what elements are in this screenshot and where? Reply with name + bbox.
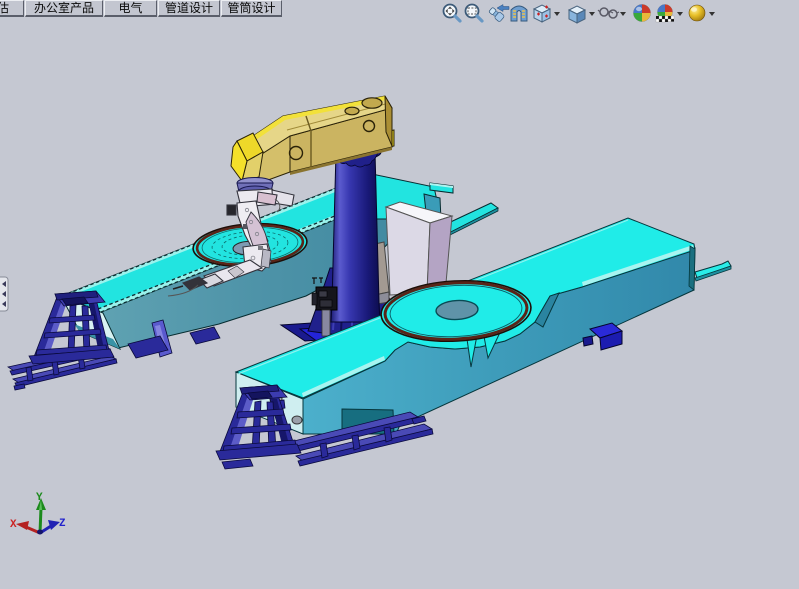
svg-text:Z: Z	[59, 518, 66, 530]
svg-text:X: X	[10, 519, 17, 531]
svg-text:Y: Y	[36, 492, 43, 504]
